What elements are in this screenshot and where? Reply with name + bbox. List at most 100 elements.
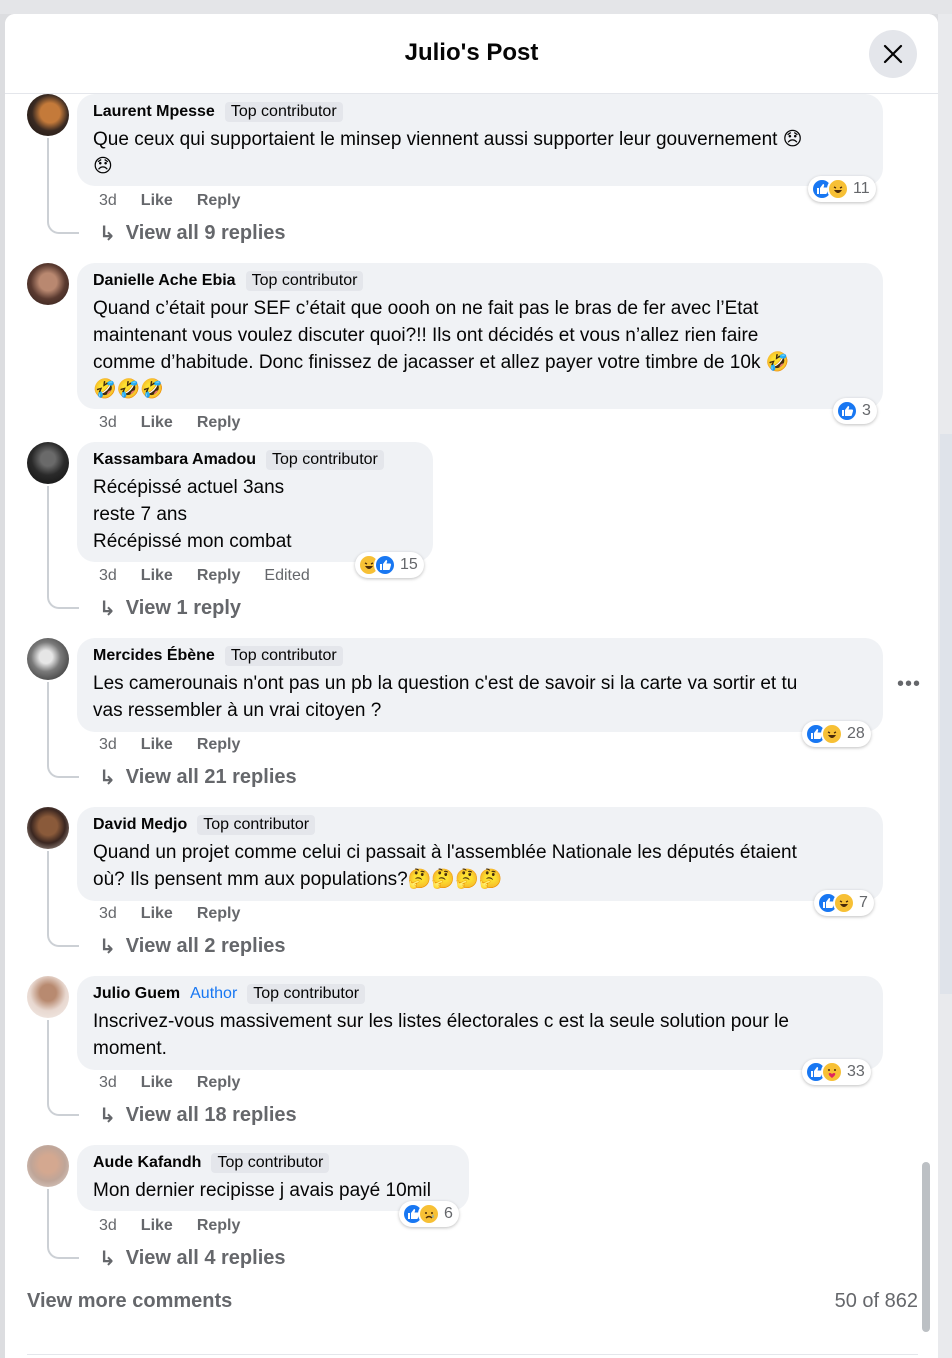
commenter-name[interactable]: David Medjo (93, 816, 187, 834)
reply-button[interactable]: Reply (197, 192, 241, 210)
like-button[interactable]: Like (141, 414, 173, 432)
thread-connector (47, 220, 79, 234)
avatar[interactable] (27, 976, 69, 1018)
background-page-edge (938, 14, 952, 1358)
reaction-count: 15 (400, 556, 418, 573)
reply-button[interactable]: Reply (197, 414, 241, 432)
like-button[interactable]: Like (141, 905, 173, 923)
thread-connector (47, 595, 79, 609)
reaction-summary[interactable]: 3 (833, 398, 877, 424)
thread-line (47, 1020, 49, 1102)
comment-text: Quand un projet comme celui ci passait à… (93, 842, 797, 890)
reaction-summary[interactable]: 28 (802, 721, 871, 747)
commenter-name[interactable]: Danielle Ache Ebia (93, 272, 236, 290)
comment-text: Récépissé actuel 3ans reste 7 ans Récépi… (93, 477, 292, 552)
avatar[interactable] (27, 263, 69, 305)
reaction-count: 6 (444, 1205, 453, 1222)
comment-text: Quand c’était pour SEF c’était que oooh … (93, 298, 790, 400)
author-badge: Author (190, 985, 238, 1002)
avatar[interactable] (27, 442, 69, 484)
thread-line (47, 682, 49, 764)
view-replies-link[interactable]: ↳ View all 21 replies (99, 765, 297, 790)
view-replies-link[interactable]: ↳ View all 9 replies (99, 221, 286, 246)
avatar[interactable] (27, 94, 69, 136)
comment-text: Que ceux qui supportaient le minsep vien… (93, 129, 803, 177)
reaction-count: 28 (847, 725, 865, 742)
reaction-count: 11 (853, 180, 870, 197)
scrollbar-thumb[interactable] (922, 1162, 930, 1332)
comment-bubble: Kassambara Amadou Top contributor Récépi… (77, 442, 433, 562)
comment-timestamp[interactable]: 3d (99, 192, 117, 210)
comment-actions: 3d Like Reply (99, 1217, 240, 1235)
reply-arrow-icon: ↳ (99, 223, 116, 245)
comment-timestamp[interactable]: 3d (99, 1074, 117, 1092)
like-button[interactable]: Like (141, 1217, 173, 1235)
close-button[interactable] (869, 30, 917, 78)
commenter-name[interactable]: Kassambara Amadou (93, 451, 256, 469)
top-contributor-badge: Top contributor (224, 646, 343, 666)
comment-text: Les camerounais n'ont pas un pb la quest… (93, 673, 798, 721)
commenter-name[interactable]: Aude Kafandh (93, 1154, 201, 1172)
like-reaction-icon (836, 400, 858, 422)
haha-reaction-icon (827, 178, 849, 200)
reaction-summary[interactable]: 6 (399, 1201, 459, 1227)
more-options-button[interactable]: ••• (897, 673, 921, 696)
reaction-summary[interactable]: 11 (808, 176, 876, 202)
comment-actions: 3d Like Reply (99, 736, 240, 754)
comment-actions: 3d Like Reply (99, 905, 240, 923)
commenter-name[interactable]: Mercides Ébène (93, 647, 215, 665)
top-contributor-badge: Top contributor (211, 1153, 330, 1173)
divider (27, 1354, 918, 1355)
reaction-count: 7 (859, 894, 868, 911)
reaction-summary[interactable]: 7 (814, 890, 874, 916)
avatar[interactable] (27, 638, 69, 680)
avatar[interactable] (27, 807, 69, 849)
thread-line (47, 138, 49, 220)
comment-text: Mon dernier recipisse j avais payé 10mil (93, 1180, 431, 1201)
comment-timestamp[interactable]: 3d (99, 567, 117, 585)
avatar[interactable] (27, 1145, 69, 1187)
thread-connector (47, 1245, 79, 1259)
reaction-summary[interactable]: 33 (802, 1059, 871, 1085)
comment-timestamp[interactable]: 3d (99, 905, 117, 923)
comment-actions: 3d Like Reply (99, 1074, 240, 1092)
like-button[interactable]: Like (141, 736, 173, 754)
comment-text: Inscrivez-vous massivement sur les liste… (93, 1011, 789, 1059)
comment-timestamp[interactable]: 3d (99, 736, 117, 754)
reply-button[interactable]: Reply (197, 905, 241, 923)
reaction-summary[interactable]: 15 (355, 552, 424, 578)
reply-arrow-icon: ↳ (99, 936, 116, 958)
comment-actions: 3d Like Reply (99, 414, 240, 432)
view-replies-link[interactable]: ↳ View all 2 replies (99, 934, 286, 959)
page-title: Julio's Post (404, 39, 539, 66)
top-contributor-badge: Top contributor (266, 450, 384, 470)
commenter-name[interactable]: Laurent Mpesse (93, 103, 215, 121)
post-modal: Julio's Post Laurent Mpesse Top contribu… (5, 14, 938, 1358)
comment-bubble: Mercides Ébène Top contributor Les camer… (77, 638, 883, 732)
view-replies-link[interactable]: ↳ View 1 reply (99, 596, 241, 621)
reply-arrow-icon: ↳ (99, 767, 116, 789)
sad-reaction-icon (418, 1203, 440, 1225)
comment-timestamp[interactable]: 3d (99, 414, 117, 432)
care-reaction-icon (821, 1061, 843, 1083)
reply-button[interactable]: Reply (197, 1074, 241, 1092)
reaction-count: 3 (862, 402, 871, 419)
comment-bubble: Danielle Ache Ebia Top contributor Quand… (77, 263, 883, 409)
commenter-name[interactable]: Julio Guem (93, 985, 180, 1003)
top-contributor-badge: Top contributor (224, 102, 343, 122)
modal-header: Julio's Post (5, 14, 938, 94)
like-button[interactable]: Like (141, 1074, 173, 1092)
like-button[interactable]: Like (141, 567, 173, 585)
like-button[interactable]: Like (141, 192, 173, 210)
reaction-count: 33 (847, 1063, 865, 1080)
view-more-comments-link[interactable]: View more comments (27, 1290, 232, 1313)
view-replies-link[interactable]: ↳ View all 18 replies (99, 1103, 297, 1128)
reply-arrow-icon: ↳ (99, 1105, 116, 1127)
comment-bubble: Julio Guem Author Top contributor Inscri… (77, 976, 883, 1070)
reply-button[interactable]: Reply (197, 1217, 241, 1235)
reply-button[interactable]: Reply (197, 736, 241, 754)
reply-button[interactable]: Reply (197, 567, 241, 585)
comment-timestamp[interactable]: 3d (99, 1217, 117, 1235)
view-replies-link[interactable]: ↳ View all 4 replies (99, 1246, 286, 1271)
comment-count: 50 of 862 (834, 1290, 918, 1312)
